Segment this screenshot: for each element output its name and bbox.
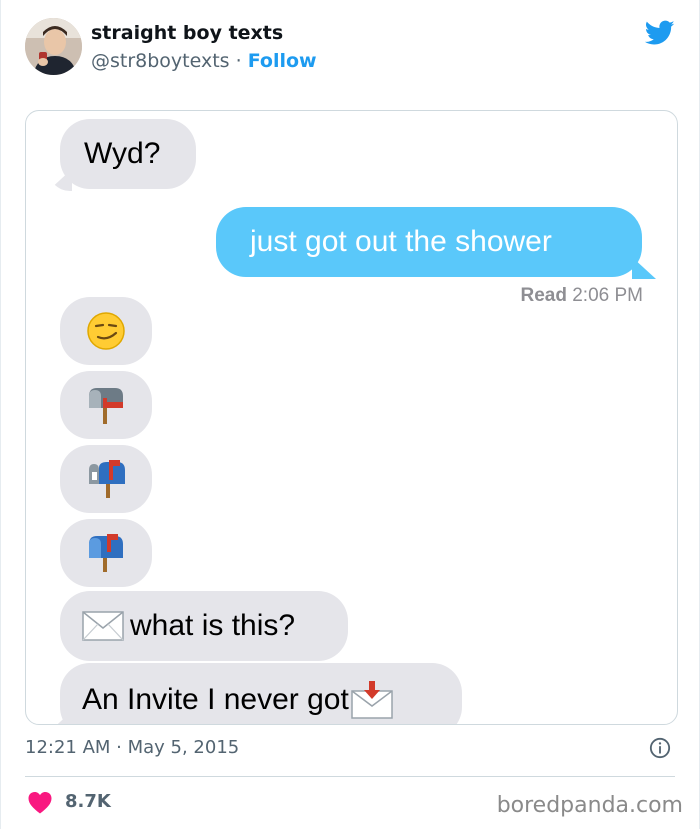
- tweet-timestamp[interactable]: 12:21 AM · May 5, 2015: [25, 737, 239, 758]
- smirking-face-icon: [87, 312, 125, 350]
- divider: [25, 776, 675, 777]
- message-text: just got out the shower: [250, 225, 552, 258]
- read-label: Read: [520, 285, 567, 306]
- heart-icon[interactable]: [27, 791, 53, 814]
- message-sent: just got out the shower: [216, 207, 642, 277]
- handle[interactable]: @str8boytexts: [91, 50, 230, 72]
- follow-button[interactable]: Follow: [248, 50, 317, 72]
- like-count[interactable]: 8.7K: [65, 791, 111, 812]
- avatar[interactable]: [25, 18, 82, 75]
- info-icon[interactable]: [649, 737, 671, 759]
- conversation-screenshot: Wyd? just got out the shower Read 2:06 P…: [25, 110, 678, 725]
- message-received: [60, 371, 152, 439]
- closed-mailbox-raised-flag-icon: [89, 534, 123, 572]
- message-received: An Invite I never got: [60, 663, 462, 724]
- message-received: [60, 297, 152, 365]
- read-time: 2:06 PM: [572, 285, 643, 306]
- handle-row: @str8boytexts · Follow: [91, 50, 317, 72]
- message-text: An Invite I never got: [82, 683, 349, 716]
- message-received: Wyd?: [60, 119, 196, 189]
- open-mailbox-raised-flag-icon: [89, 460, 125, 498]
- watermark: boredpanda.com: [496, 793, 683, 818]
- read-receipt: Read 2:06 PM: [520, 285, 643, 307]
- envelope-icon: [82, 611, 124, 641]
- tweet-card: straight boy texts @str8boytexts · Follo…: [0, 0, 700, 829]
- closed-mailbox-lowered-flag-icon: [89, 388, 123, 424]
- message-text: Wyd?: [84, 137, 161, 170]
- message-received: what is this?: [60, 591, 348, 661]
- message-received: [60, 445, 152, 513]
- twitter-bird-icon[interactable]: [645, 20, 675, 46]
- incoming-envelope-icon: [351, 681, 393, 719]
- message-text: what is this?: [130, 609, 296, 642]
- separator-dot: ·: [235, 50, 242, 72]
- display-name[interactable]: straight boy texts: [91, 22, 283, 44]
- message-received: [60, 519, 152, 587]
